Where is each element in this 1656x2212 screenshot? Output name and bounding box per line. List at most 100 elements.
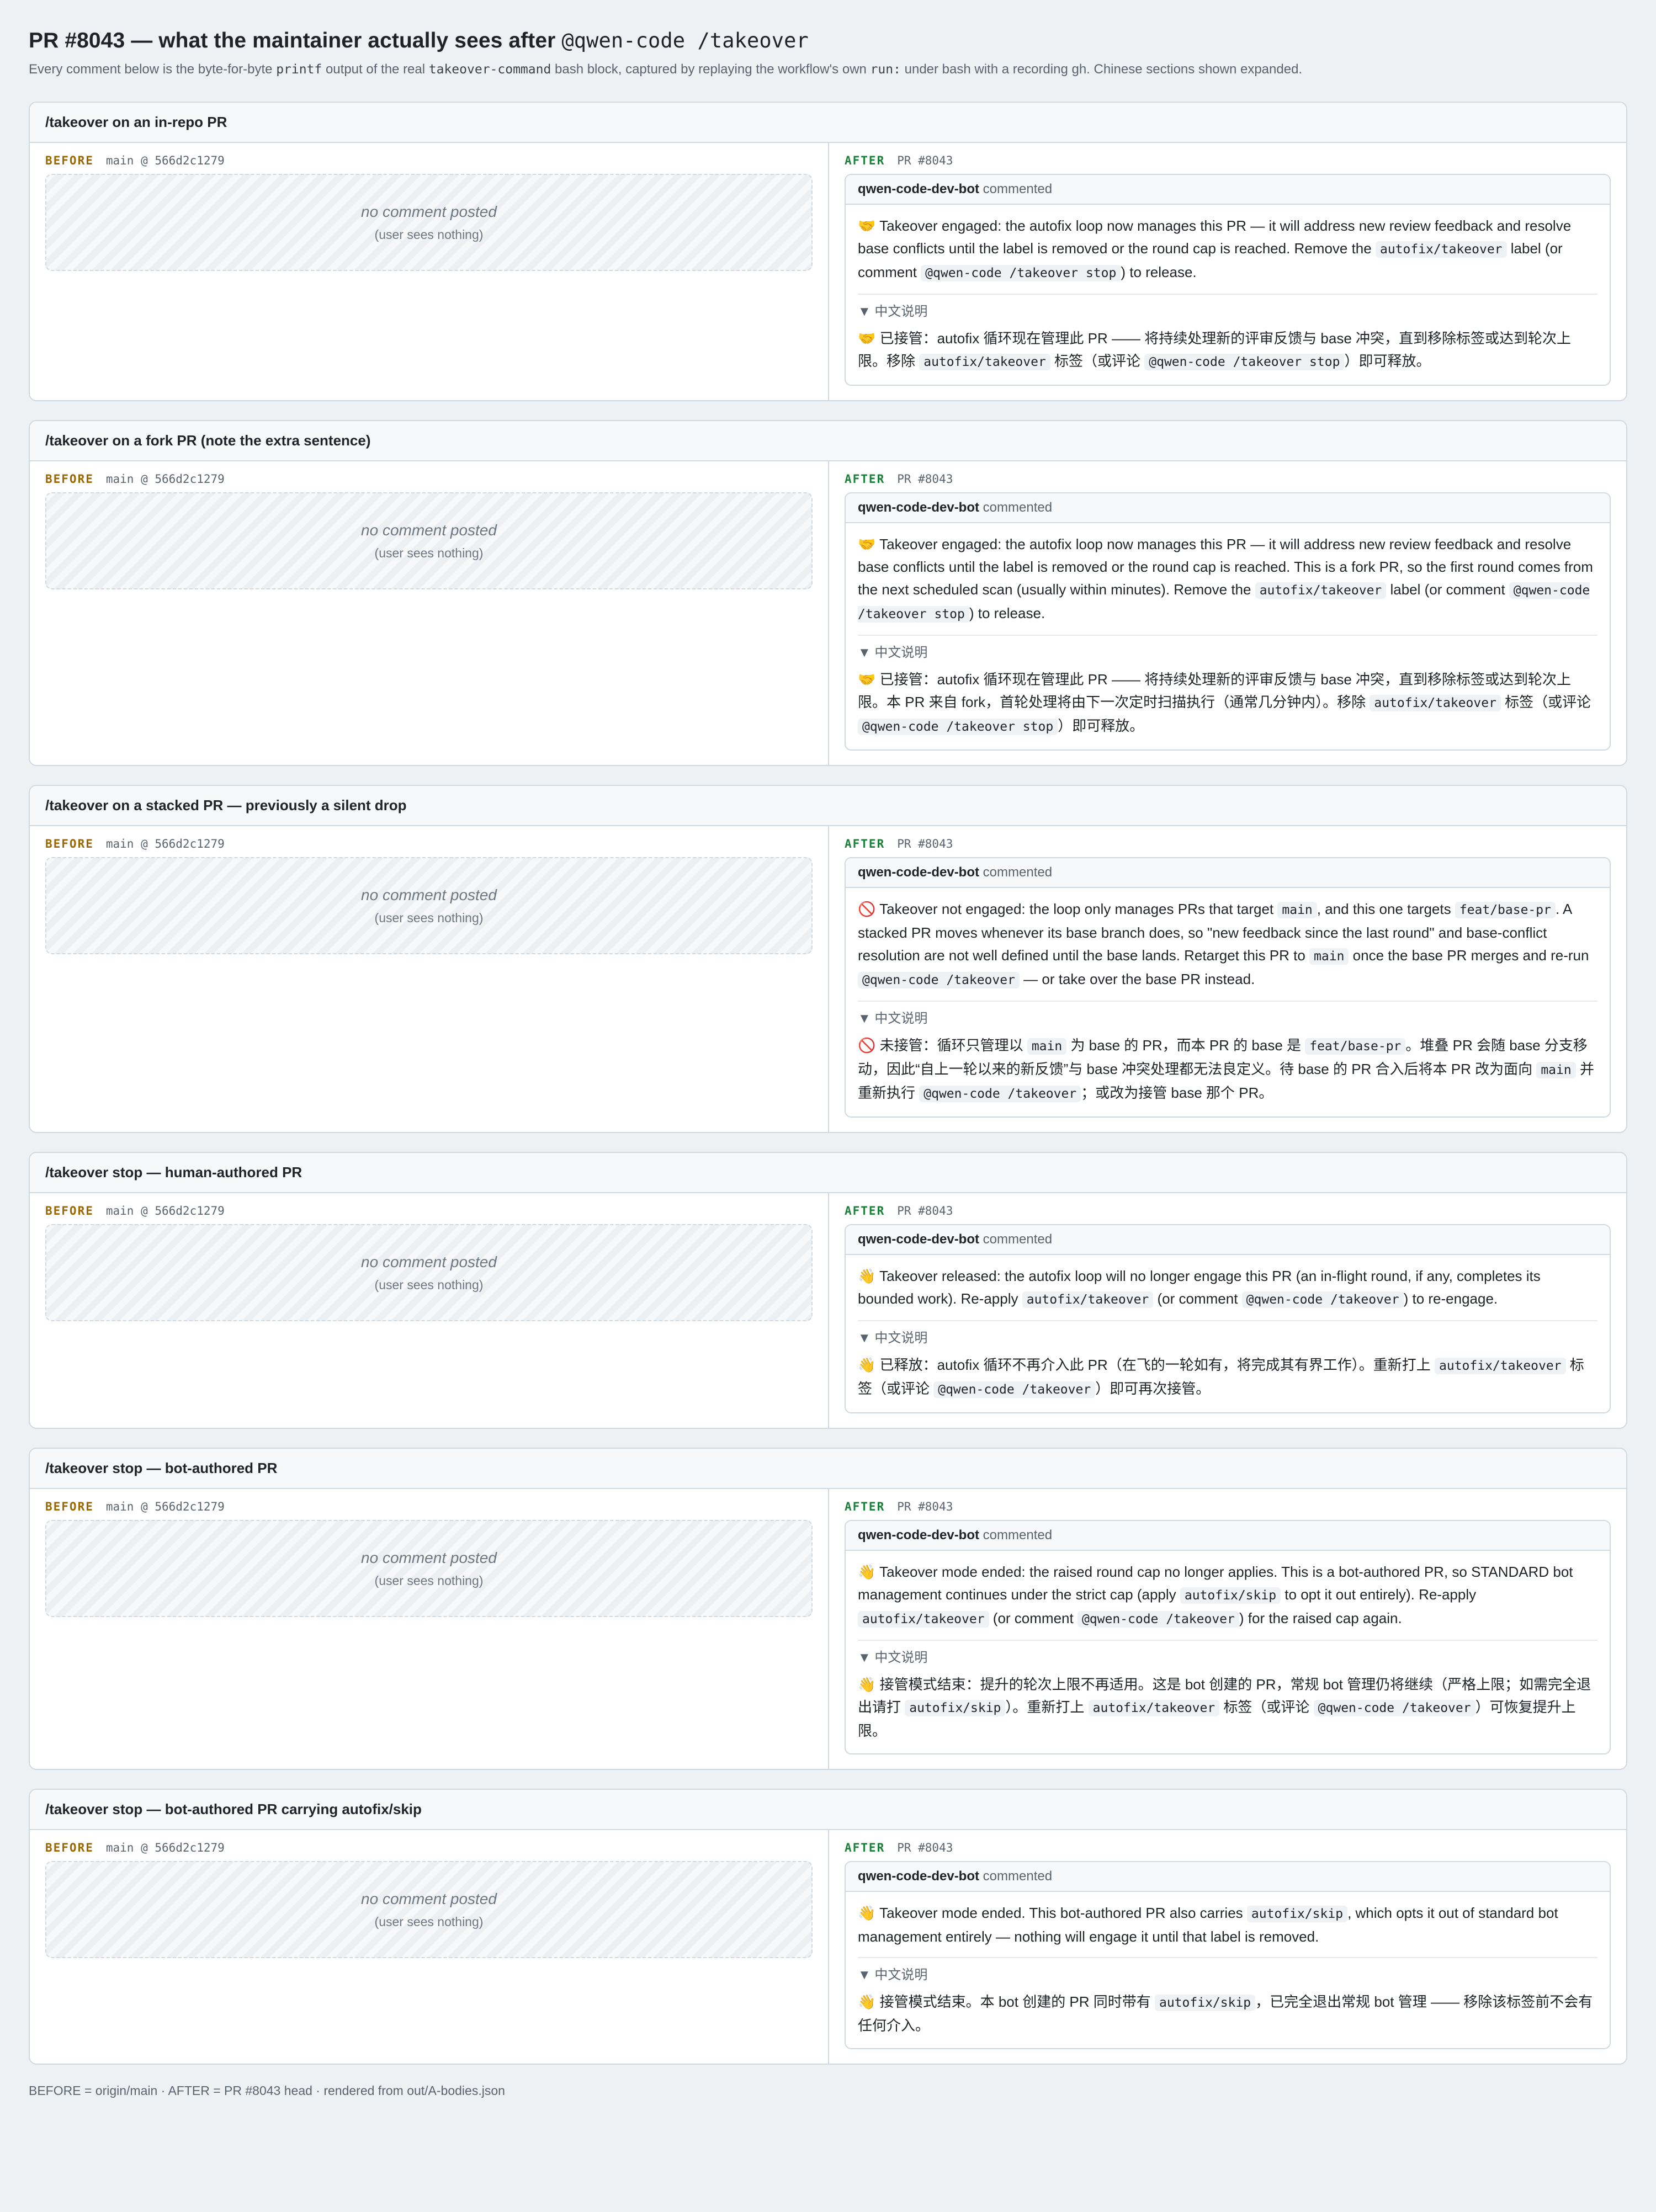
before-column: BEFORE main @ 566d2c1279 no comment poste… — [30, 1830, 829, 2064]
inline-code: @qwen-code /takeover stop — [1144, 354, 1345, 370]
inline-code: autofix/takeover — [1022, 1291, 1154, 1308]
comment-text: 🚫 未接管：循环只管理以 — [858, 1037, 1027, 1054]
after-tag: AFTER — [845, 1204, 885, 1217]
comment-verb: commented — [983, 1232, 1053, 1247]
inline-code: @qwen-code /takeover — [858, 972, 1020, 988]
page-title-command: @qwen-code /takeover — [561, 29, 809, 52]
empty-title: no comment posted — [361, 203, 497, 220]
before-ref: main @ 566d2c1279 — [105, 1500, 225, 1513]
inline-code: autofix/takeover — [858, 1611, 989, 1628]
scenario-title: /takeover on a fork PR (note the extra s… — [30, 421, 1626, 461]
comment-author[interactable]: qwen-code-dev-bot — [858, 1232, 979, 1247]
empty-comment-placeholder: no comment posted (user sees nothing) — [45, 1861, 813, 1958]
comment-header: qwen-code-dev-bot commented — [846, 1521, 1610, 1551]
comment-text: ）。重新打上 — [1005, 1699, 1089, 1715]
inline-code: main — [1277, 902, 1317, 918]
subtitle-text: output of the real — [325, 62, 426, 77]
scenario-title: /takeover stop — bot-authored PR carryin… — [30, 1790, 1626, 1830]
empty-comment-placeholder: no comment posted (user sees nothing) — [45, 857, 813, 954]
page-footer: BEFORE = origin/main · AFTER = PR #8043 … — [29, 2083, 505, 2098]
inline-code: @qwen-code /takeover stop — [921, 265, 1121, 281]
comment-author[interactable]: qwen-code-dev-bot — [858, 1869, 979, 1884]
chinese-details-toggle[interactable]: ▼ 中文说明 — [858, 1646, 1597, 1669]
comment-text: 为 base 的 PR，而本 PR 的 base 是 — [1066, 1037, 1305, 1054]
empty-subtitle: (user sees nothing) — [374, 1573, 484, 1588]
bot-comment: qwen-code-dev-bot commented 🚫 Takeover n… — [845, 857, 1611, 1118]
before-column: BEFORE main @ 566d2c1279 no comment poste… — [30, 143, 829, 400]
after-tag: AFTER — [845, 837, 885, 850]
before-tag: BEFORE — [45, 1204, 94, 1217]
chinese-details-toggle[interactable]: ▼ 中文说明 — [858, 1327, 1597, 1349]
comment-english: 🤝 Takeover engaged: the autofix loop now… — [858, 533, 1597, 626]
scenario-title: /takeover stop — bot-authored PR — [30, 1449, 1626, 1489]
comment-english: 🤝 Takeover engaged: the autofix loop now… — [858, 215, 1597, 285]
bot-comment: qwen-code-dev-bot commented 👋 Takeover r… — [845, 1224, 1611, 1413]
after-header: AFTER PR #8043 — [845, 837, 1611, 850]
divider — [858, 1957, 1597, 1958]
comment-text: — or take over the base PR instead. — [1019, 971, 1255, 987]
empty-subtitle: (user sees nothing) — [374, 1914, 484, 1929]
chinese-details-toggle[interactable]: ▼ 中文说明 — [858, 1964, 1597, 1986]
before-header: BEFORE main @ 566d2c1279 — [45, 154, 813, 167]
comment-header: qwen-code-dev-bot commented — [846, 493, 1610, 523]
scenario-card: /takeover stop — bot-authored PR carryin… — [29, 1789, 1627, 2065]
after-tag: AFTER — [845, 1841, 885, 1854]
comment-text: ；或改为接管 base 那个 PR。 — [1081, 1084, 1273, 1101]
scenario-body: BEFORE main @ 566d2c1279 no comment poste… — [30, 143, 1626, 400]
page-title: PR #8043 — what the maintainer actually … — [29, 29, 1627, 53]
inline-code: autofix/skip — [905, 1700, 1006, 1716]
empty-title: no comment posted — [361, 521, 497, 539]
chinese-details-toggle[interactable]: ▼ 中文说明 — [858, 1007, 1597, 1030]
comment-author[interactable]: qwen-code-dev-bot — [858, 1528, 979, 1543]
comment-text: 👋 Takeover mode ended. This bot-authored… — [858, 1905, 1247, 1921]
comment-text: ）即可再次接管。 — [1095, 1380, 1211, 1397]
inline-code: autofix/takeover — [1435, 1358, 1566, 1374]
inline-code: autofix/skip — [1246, 1906, 1348, 1922]
scenario-body: BEFORE main @ 566d2c1279 no comment poste… — [30, 1489, 1626, 1769]
comment-author[interactable]: qwen-code-dev-bot — [858, 500, 979, 515]
comment-text: 标签（或评论 — [1050, 353, 1145, 369]
scenario-title: /takeover stop — human-authored PR — [30, 1153, 1626, 1193]
comment-text: ）即可释放。 — [1344, 353, 1431, 369]
before-column: BEFORE main @ 566d2c1279 no comment poste… — [30, 1193, 829, 1428]
comment-body: 🤝 Takeover engaged: the autofix loop now… — [846, 523, 1610, 749]
bot-comment: qwen-code-dev-bot commented 🤝 Takeover e… — [845, 174, 1611, 386]
empty-subtitle: (user sees nothing) — [374, 227, 484, 242]
after-column: AFTER PR #8043 qwen-code-dev-bot commente… — [829, 1489, 1626, 1769]
inline-code: autofix/takeover — [919, 354, 1050, 370]
scenario-card: /takeover on a fork PR (note the extra s… — [29, 420, 1627, 766]
before-ref: main @ 566d2c1279 — [105, 154, 225, 167]
chinese-details-toggle[interactable]: ▼ 中文说明 — [858, 641, 1597, 664]
inline-code: @qwen-code /takeover — [1241, 1291, 1404, 1308]
inline-code: @qwen-code /takeover stop — [858, 719, 1058, 735]
comment-verb: commented — [983, 1528, 1053, 1543]
before-tag: BEFORE — [45, 837, 94, 850]
comment-author[interactable]: qwen-code-dev-bot — [858, 865, 979, 880]
comment-text: (or comment — [1153, 1290, 1242, 1307]
after-tag: AFTER — [845, 154, 885, 167]
before-tag: BEFORE — [45, 1841, 94, 1854]
comment-verb: commented — [983, 865, 1053, 880]
divider — [858, 1001, 1597, 1002]
before-column: BEFORE main @ 566d2c1279 no comment poste… — [30, 826, 829, 1132]
inline-code: feat/base-pr — [1305, 1038, 1406, 1055]
comment-header: qwen-code-dev-bot commented — [846, 1862, 1610, 1892]
scenario-body: BEFORE main @ 566d2c1279 no comment poste… — [30, 1830, 1626, 2064]
subtitle-code: takeover-command — [428, 62, 551, 77]
comment-author[interactable]: qwen-code-dev-bot — [858, 182, 979, 196]
comment-chinese: 👋 接管模式结束。本 bot 创建的 PR 同时带有 autofix/skip，… — [858, 1991, 1597, 2037]
before-ref: main @ 566d2c1279 — [105, 472, 225, 486]
inline-code: autofix/takeover — [1375, 241, 1507, 258]
empty-title: no comment posted — [361, 886, 497, 903]
subtitle-text: Every comment below is the byte-for-byte — [29, 62, 273, 77]
scenario-card: /takeover on an in-repo PR BEFORE main @ … — [29, 102, 1627, 401]
comment-text: , and this one targets — [1317, 901, 1455, 917]
page-subtitle: Every comment below is the byte-for-byte… — [29, 62, 1627, 77]
chinese-details-toggle[interactable]: ▼ 中文说明 — [858, 300, 1597, 323]
comment-header: qwen-code-dev-bot commented — [846, 1225, 1610, 1255]
comment-verb: commented — [983, 182, 1053, 196]
inline-code: @qwen-code /takeover — [1313, 1700, 1475, 1716]
inline-code: @qwen-code /takeover — [933, 1381, 1096, 1398]
scenario-card: /takeover on a stacked PR — previously a… — [29, 785, 1627, 1133]
after-column: AFTER PR #8043 qwen-code-dev-bot commente… — [829, 1830, 1626, 2064]
